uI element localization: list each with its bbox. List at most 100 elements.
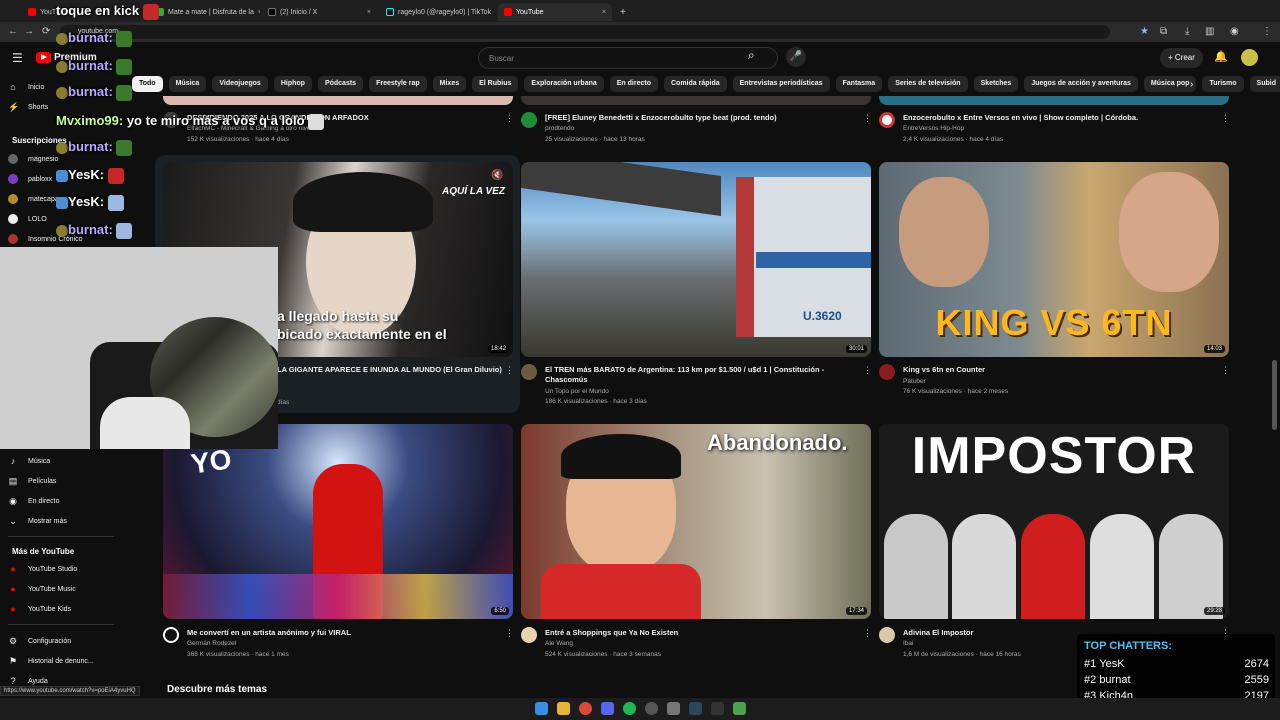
close-icon[interactable]: × <box>602 9 606 16</box>
search-input[interactable]: Buscar <box>478 47 778 69</box>
sidebar-item-live[interactable]: ◉ En directo <box>8 493 59 509</box>
chip[interactable]: Mixes <box>432 76 467 92</box>
sidebar-item-studio[interactable]: ● YouTube Studio <box>8 561 77 577</box>
obs-icon[interactable] <box>645 702 658 715</box>
video-title[interactable]: [FREE] Eluney Benedetti x Enzocerobulto … <box>545 113 855 123</box>
sidebar-item-show-more[interactable]: ⌄ Mostrar más <box>8 513 67 529</box>
minecraft-icon[interactable] <box>733 702 746 715</box>
channel-name[interactable]: prodtendo <box>545 124 574 134</box>
chip[interactable]: Fantasma <box>835 76 883 92</box>
video-thumbnail[interactable] <box>879 96 1229 105</box>
browser-tab-active[interactable]: YouTube × <box>498 3 612 21</box>
chip[interactable]: Entrevistas periodísticas <box>732 76 830 92</box>
scrollbar-thumb[interactable] <box>1272 360 1277 430</box>
avatar[interactable] <box>1241 49 1258 66</box>
start-icon[interactable] <box>535 702 548 715</box>
channel-name[interactable]: Un Topo por el Mundo <box>545 387 609 397</box>
channel-avatar[interactable] <box>521 112 537 128</box>
channel-name[interactable]: EntreVersos Hip-Hop <box>903 124 964 134</box>
video-title[interactable]: LA GIGANTE APARECE E INUNDA AL MUNDO (El… <box>277 365 502 375</box>
channel-name[interactable]: Germán Rodezel <box>187 639 236 649</box>
more-options-icon[interactable]: ⋮ <box>863 628 872 639</box>
chrome-icon[interactable] <box>579 702 592 715</box>
chip[interactable]: Sketches <box>973 76 1019 92</box>
sidebar-item-music[interactable]: ♪ Música <box>8 453 50 469</box>
channel-avatar[interactable] <box>879 112 895 128</box>
chip[interactable]: En directo <box>609 76 658 92</box>
chip[interactable]: Freestyle rap <box>369 76 427 92</box>
extensions-icon[interactable]: ⧉ <box>1160 26 1167 37</box>
browser-tab[interactable]: rageylo0 (@rageylo0) | TikTok× <box>380 3 495 21</box>
sidebar-sub[interactable]: matecapa <box>8 191 59 207</box>
chip[interactable]: Exploración urbana <box>524 76 604 92</box>
chip[interactable]: Pódcasts <box>317 76 364 92</box>
video-title[interactable]: El TREN más BARATO de Argentina: 113 km … <box>545 365 855 385</box>
channel-avatar[interactable] <box>521 627 537 643</box>
chevron-right-icon[interactable]: › <box>1190 79 1193 90</box>
more-options-icon[interactable]: ⋮ <box>505 365 514 376</box>
chip[interactable]: Todo <box>132 76 163 92</box>
app-icon[interactable] <box>711 702 724 715</box>
more-options-icon[interactable]: ⋮ <box>863 113 872 124</box>
video-title[interactable]: King vs 6tn en Counter <box>903 365 1213 375</box>
more-options-icon[interactable]: ⋮ <box>863 365 872 376</box>
chip[interactable]: Juegos de acción y aventuras <box>1024 76 1138 92</box>
sidebar-item-report-history[interactable]: ⚑ Historial de denunc... <box>8 653 94 669</box>
menu-dots-icon[interactable]: ⋮ <box>1262 26 1272 37</box>
chip[interactable]: Videojuegos <box>212 76 268 92</box>
back-icon[interactable]: ← <box>8 26 18 37</box>
create-button[interactable]: + Crear <box>1160 48 1203 68</box>
sidebar-sub[interactable]: pabloxx <box>8 171 52 187</box>
video-thumbnail[interactable]: YO 6:50 <box>163 424 513 619</box>
sidebar-item-yt-kids[interactable]: ● YouTube Kids <box>8 601 71 617</box>
mute-icon[interactable]: 🔇 <box>491 170 503 181</box>
chip[interactable]: Series de televisión <box>888 76 968 92</box>
browser-tab[interactable]: Mate a mate | Disfruta de la × <box>150 3 260 21</box>
video-thumbnail[interactable]: Abandonado. 17:34 <box>521 424 871 619</box>
channel-name[interactable]: Ibai <box>903 639 913 649</box>
more-options-icon[interactable]: ⋮ <box>505 113 514 124</box>
sidebar-sub[interactable]: LOLO <box>8 211 47 227</box>
channel-avatar[interactable] <box>879 627 895 643</box>
forward-icon[interactable]: → <box>24 26 34 37</box>
reload-icon[interactable]: ⟳ <box>42 26 50 37</box>
download-icon[interactable]: ⤓ <box>1185 26 1189 37</box>
video-thumbnail[interactable] <box>163 96 513 105</box>
url-field[interactable]: youtube.com <box>60 25 1110 39</box>
chip[interactable]: Comida rápida <box>664 76 727 92</box>
profile-icon[interactable]: ◉ <box>1230 26 1239 37</box>
video-thumbnail[interactable] <box>521 96 871 105</box>
video-title[interactable]: Me convertí en un artista anónimo y fui … <box>187 628 497 638</box>
chip[interactable]: Subid <box>1249 76 1280 92</box>
sidebar-item-shorts[interactable]: ⚡ Shorts <box>8 99 48 115</box>
notifications-bell-icon[interactable]: 🔔 <box>1214 50 1228 63</box>
sidebar-item-home[interactable]: ⌂ Inicio <box>8 79 44 95</box>
spotify-icon[interactable] <box>623 702 636 715</box>
channel-name[interactable]: Ale Wang <box>545 639 573 649</box>
file-explorer-icon[interactable] <box>557 702 570 715</box>
new-tab-button[interactable]: + <box>614 3 630 21</box>
sidepanel-icon[interactable]: ▥ <box>1205 26 1214 37</box>
settings-icon[interactable] <box>667 702 680 715</box>
video-title[interactable]: Enzocerobulto x Entre Versos en vivo | S… <box>903 113 1213 123</box>
video-thumbnail[interactable]: U.3620 30:01 <box>521 162 871 357</box>
sidebar-sub[interactable]: magnesio <box>8 151 58 167</box>
discord-icon[interactable] <box>601 702 614 715</box>
search-icon[interactable]: ⌕ <box>748 48 755 63</box>
close-icon[interactable]: × <box>367 9 371 16</box>
chip[interactable]: Música <box>168 76 207 92</box>
chip[interactable]: El Rubius <box>472 76 519 92</box>
video-thumbnail[interactable]: IMPOSTOR 29:28 <box>879 424 1229 619</box>
star-icon[interactable]: ★ <box>1140 26 1149 37</box>
channel-avatar[interactable] <box>879 364 895 380</box>
channel-name[interactable]: Patuber <box>903 377 926 387</box>
video-title[interactable]: Entré a Shoppings que Ya No Existen <box>545 628 855 638</box>
sidebar-item-yt-music[interactable]: ● YouTube Music <box>8 581 75 597</box>
channel-avatar[interactable] <box>521 364 537 380</box>
sidebar-item-settings[interactable]: ⚙ Configuración <box>8 633 71 649</box>
more-options-icon[interactable]: ⋮ <box>1221 113 1230 124</box>
chip[interactable]: Música pop <box>1143 76 1197 92</box>
chip[interactable]: Hiphop <box>273 76 312 92</box>
browser-tab[interactable]: (2) Inicio / X × <box>262 3 377 21</box>
more-options-icon[interactable]: ⋮ <box>1221 365 1230 376</box>
